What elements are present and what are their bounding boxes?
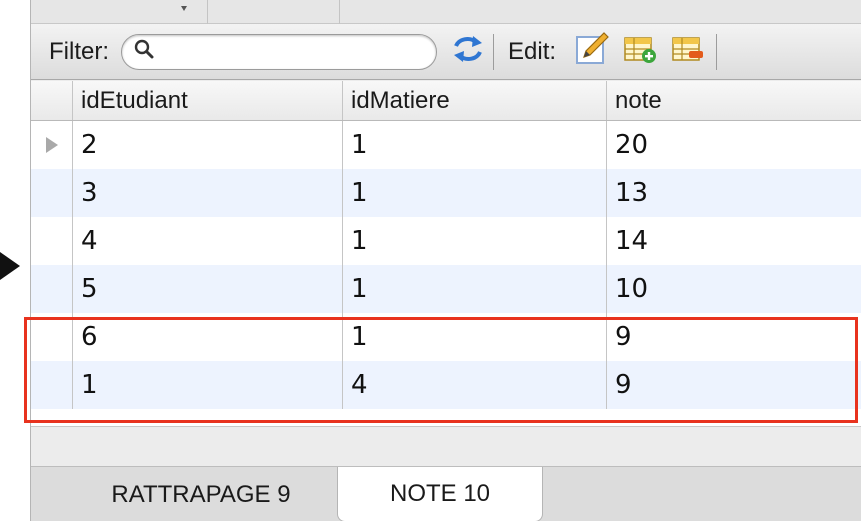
cell-idmatiere[interactable]: 1 xyxy=(343,169,607,217)
delete-row-icon xyxy=(671,34,705,69)
toolbar-separator xyxy=(493,33,494,70)
cell-note[interactable]: 9 xyxy=(607,361,861,409)
tab-label: RATTRAPAGE 9 xyxy=(111,480,291,508)
cell-note[interactable]: 9 xyxy=(607,313,861,361)
table-row[interactable]: 3 1 13 xyxy=(31,169,861,217)
column-header-idmatiere[interactable]: idMatiere xyxy=(343,81,607,120)
table-row[interactable]: 5 1 10 xyxy=(31,265,861,313)
pointer-arrow-icon xyxy=(0,252,20,280)
cell-note[interactable]: 20 xyxy=(607,121,861,169)
refresh-icon xyxy=(452,35,484,68)
tab-label: NOTE 10 xyxy=(389,480,491,507)
search-icon xyxy=(134,39,154,64)
cell-idetudiant[interactable]: 3 xyxy=(73,169,343,217)
dropdown-caret-icon[interactable] xyxy=(181,6,187,11)
row-gutter[interactable] xyxy=(31,169,73,217)
cell-idmatiere[interactable]: 4 xyxy=(343,361,607,409)
column-header-idetudiant[interactable]: idEtudiant xyxy=(73,81,343,120)
edit-label: Edit: xyxy=(508,37,557,65)
cell-note[interactable]: 13 xyxy=(607,169,861,217)
query-result-window: Filter: Edit: idEtudiant idMatiere note … xyxy=(30,0,861,521)
cell-idetudiant[interactable]: 6 xyxy=(73,313,343,361)
add-row-button[interactable] xyxy=(622,33,658,71)
row-gutter[interactable] xyxy=(31,217,73,265)
delete-row-button[interactable] xyxy=(670,33,706,71)
table-header-row: idEtudiant idMatiere note xyxy=(31,81,861,121)
toolbar: Filter: Edit: xyxy=(31,24,861,80)
filter-input[interactable] xyxy=(160,40,436,63)
status-bar xyxy=(31,426,861,466)
filter-search-field[interactable] xyxy=(121,33,437,70)
row-gutter[interactable] xyxy=(31,121,73,169)
cell-note[interactable]: 10 xyxy=(607,265,861,313)
cell-idmatiere[interactable]: 1 xyxy=(343,313,607,361)
cell-idmatiere[interactable]: 1 xyxy=(343,265,607,313)
toolbar-separator xyxy=(716,33,718,70)
edit-pencil-icon xyxy=(574,31,610,72)
filter-label: Filter: xyxy=(49,37,109,65)
cell-idmatiere[interactable]: 1 xyxy=(343,217,607,265)
header-divider xyxy=(207,0,208,24)
refresh-button[interactable] xyxy=(451,35,485,69)
add-row-icon xyxy=(623,34,657,69)
result-tabs-bar: RATTRAPAGE 9 NOTE 10 xyxy=(31,466,861,521)
row-gutter[interactable] xyxy=(31,313,73,361)
edit-row-button[interactable] xyxy=(574,31,610,72)
table-row[interactable]: 1 4 9 xyxy=(31,361,861,409)
row-gutter-header xyxy=(31,81,73,120)
current-row-arrow-icon xyxy=(45,137,58,153)
results-table: idEtudiant idMatiere note 2 1 20 3 1 13 … xyxy=(31,81,861,426)
row-gutter[interactable] xyxy=(31,361,73,409)
table-row[interactable]: 6 1 9 xyxy=(31,313,861,361)
table-row[interactable]: 4 1 14 xyxy=(31,217,861,265)
top-header-strip xyxy=(31,0,861,24)
table-row[interactable]: 2 1 20 xyxy=(31,121,861,169)
cell-idetudiant[interactable]: 1 xyxy=(73,361,343,409)
cell-idetudiant[interactable]: 4 xyxy=(73,217,343,265)
cell-idetudiant[interactable]: 5 xyxy=(73,265,343,313)
cell-idmatiere[interactable]: 1 xyxy=(343,121,607,169)
tab-note[interactable]: NOTE 10 xyxy=(337,467,543,521)
row-gutter[interactable] xyxy=(31,265,73,313)
tab-rattrapage[interactable]: RATTRAPAGE 9 xyxy=(71,467,331,521)
cell-note[interactable]: 14 xyxy=(607,217,861,265)
column-header-note[interactable]: note xyxy=(607,81,861,120)
header-divider xyxy=(339,0,340,24)
cell-idetudiant[interactable]: 2 xyxy=(73,121,343,169)
